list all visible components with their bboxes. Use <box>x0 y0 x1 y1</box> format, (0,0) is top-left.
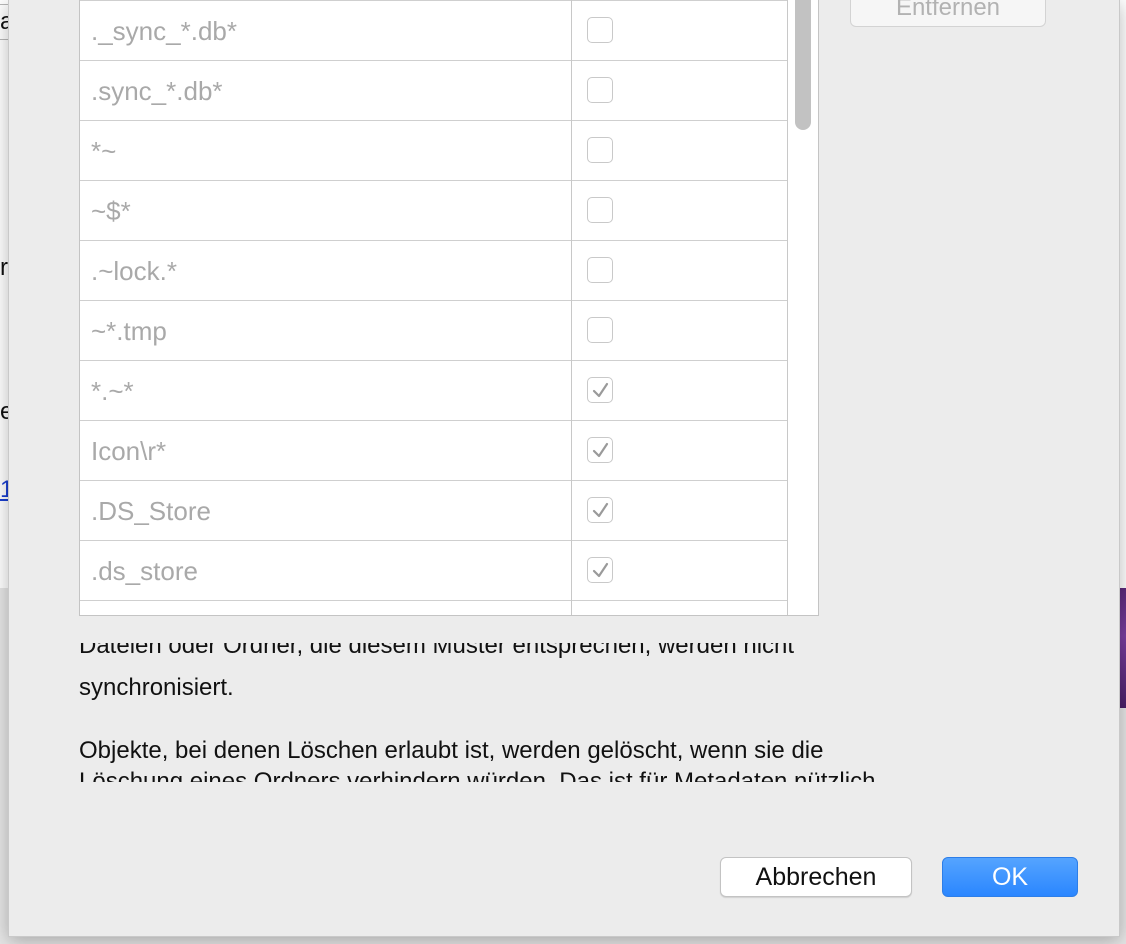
pattern-table-rows: ~sync_~._sync_*.db*.sync_*.db**~~$*.~loc… <box>80 0 788 601</box>
checkmark-icon <box>592 502 609 518</box>
allow-deletion-checkbox[interactable] <box>587 377 613 403</box>
description-line-cut: Dateien oder Ordner, die diesem Muster e… <box>79 643 979 669</box>
pattern-table[interactable]: ~sync_~._sync_*.db*.sync_*.db**~~$*.~loc… <box>79 0 819 616</box>
table-row[interactable]: *~ <box>80 121 788 181</box>
allow-deletion-checkbox[interactable] <box>587 137 613 163</box>
pattern-label: .DS_Store <box>91 496 211 526</box>
remove-button[interactable]: Entfernen <box>850 0 1046 27</box>
ignored-files-editor-sheet: ~sync_~._sync_*.db*.sync_*.db**~~$*.~loc… <box>8 0 1120 937</box>
column-divider <box>571 0 572 615</box>
background-text-fragment: r <box>0 254 8 281</box>
table-row[interactable]: *.~* <box>80 361 788 421</box>
pattern-label: *~ <box>91 136 117 166</box>
allow-deletion-checkbox[interactable] <box>587 557 613 583</box>
ok-button[interactable]: OK <box>942 857 1078 897</box>
description-line-1: Dateien oder Ordner, die diesem Muster e… <box>79 643 795 659</box>
description-line-4: Löschung eines Ordners verhindern würden… <box>79 768 883 782</box>
allow-deletion-checkbox[interactable] <box>587 497 613 523</box>
table-row[interactable]: ~*.tmp <box>80 301 788 361</box>
cancel-button[interactable]: Abbrechen <box>720 857 912 897</box>
checkmark-icon <box>592 382 609 398</box>
table-row[interactable]: ._sync_*.db* <box>80 1 788 61</box>
checkmark-icon <box>592 562 609 578</box>
allow-deletion-checkbox[interactable] <box>587 437 613 463</box>
allow-deletion-checkbox[interactable] <box>587 77 613 103</box>
description-line-cut: Löschung eines Ordners verhindern würden… <box>79 768 979 782</box>
pattern-label: Icon\r* <box>91 436 167 466</box>
table-row[interactable]: .ds_store <box>80 541 788 601</box>
pattern-label: ~*.tmp <box>91 316 167 346</box>
checkmark-icon <box>592 442 609 458</box>
description-line-2: synchronisiert. <box>79 674 234 701</box>
description-line-3: Objekte, bei denen Löschen erlaubt ist, … <box>79 737 824 764</box>
table-row[interactable]: .DS_Store <box>80 481 788 541</box>
table-row[interactable]: Icon\r* <box>80 421 788 481</box>
table-scrollbar-thumb[interactable] <box>795 0 811 130</box>
pattern-label: ~$* <box>91 196 131 226</box>
pattern-label: *.~* <box>91 376 134 406</box>
table-row[interactable]: .sync_*.db* <box>80 61 788 121</box>
pattern-label: .~lock.* <box>91 256 177 286</box>
table-row[interactable]: ~$* <box>80 181 788 241</box>
pattern-label: ._sync_*.db* <box>91 16 237 46</box>
allow-deletion-checkbox[interactable] <box>587 257 613 283</box>
allow-deletion-checkbox[interactable] <box>587 317 613 343</box>
pattern-label: .sync_*.db* <box>91 76 223 106</box>
table-row[interactable]: .~lock.* <box>80 241 788 301</box>
column-divider <box>787 0 788 615</box>
allow-deletion-checkbox[interactable] <box>587 17 613 43</box>
allow-deletion-checkbox[interactable] <box>587 197 613 223</box>
pattern-label: .ds_store <box>91 556 198 586</box>
